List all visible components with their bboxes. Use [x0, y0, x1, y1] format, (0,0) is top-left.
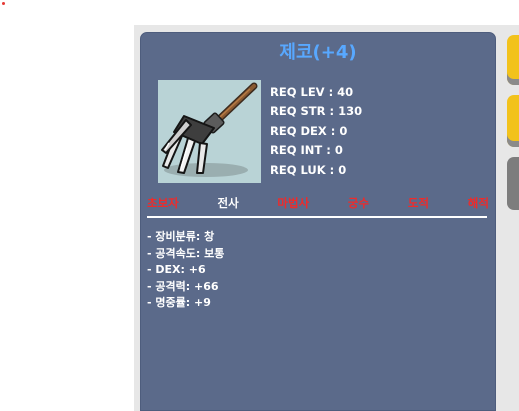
class-bowman: 궁수 [347, 196, 370, 210]
req-luk: REQ LUK : 0 [270, 162, 347, 177]
req-level: REQ LEV : 40 [270, 85, 354, 99]
class-thief: 도적 [407, 196, 430, 210]
class-requirement-row: 초보자 전사 마법사 궁수 도적 해적 [147, 195, 489, 211]
stat-accuracy: - 명중률: +9 [147, 296, 211, 310]
class-warrior: 전사 [217, 196, 239, 210]
item-title: 제코(+4) [279, 42, 357, 63]
class-beginner: 초보자 [147, 196, 179, 210]
req-int: REQ INT : 0 [270, 143, 343, 158]
red-dot-marker [2, 2, 5, 5]
req-dex: REQ DEX : 0 [270, 123, 348, 138]
class-magician: 마법사 [277, 196, 310, 210]
stat-dex: - DEX: +6 [147, 263, 206, 277]
requirement-list: REQ LEV : 40 REQ STR : 130 REQ DEX : 0 R… [270, 83, 362, 180]
stat-equipment-type: - 장비분류: 창 [147, 230, 215, 243]
item-stats-list: - 장비분류: 창 - 공격속도: 보통 - DEX: +6 - 공격력: +6… [147, 229, 224, 312]
side-tab-3[interactable] [507, 157, 519, 210]
class-pirate: 해적 [467, 196, 489, 210]
stat-attack: - 공격력: +66 [147, 279, 219, 293]
side-tab-2[interactable] [507, 95, 519, 147]
trident-spear-icon [158, 80, 261, 183]
divider [147, 216, 487, 218]
side-tab-1[interactable] [507, 35, 519, 85]
page: 제코(+4) REQ LEV : 40 REQ STR: 130 REQ DE… [0, 0, 519, 411]
item-tooltip: 제코(+4) REQ LEV : 40 REQ STR: 130 REQ DE… [140, 32, 496, 411]
item-image-svg [161, 82, 258, 177]
req-str: REQ STR : 130 [270, 104, 363, 119]
stat-attack-speed: - 공격속도: 보통 [147, 246, 225, 260]
